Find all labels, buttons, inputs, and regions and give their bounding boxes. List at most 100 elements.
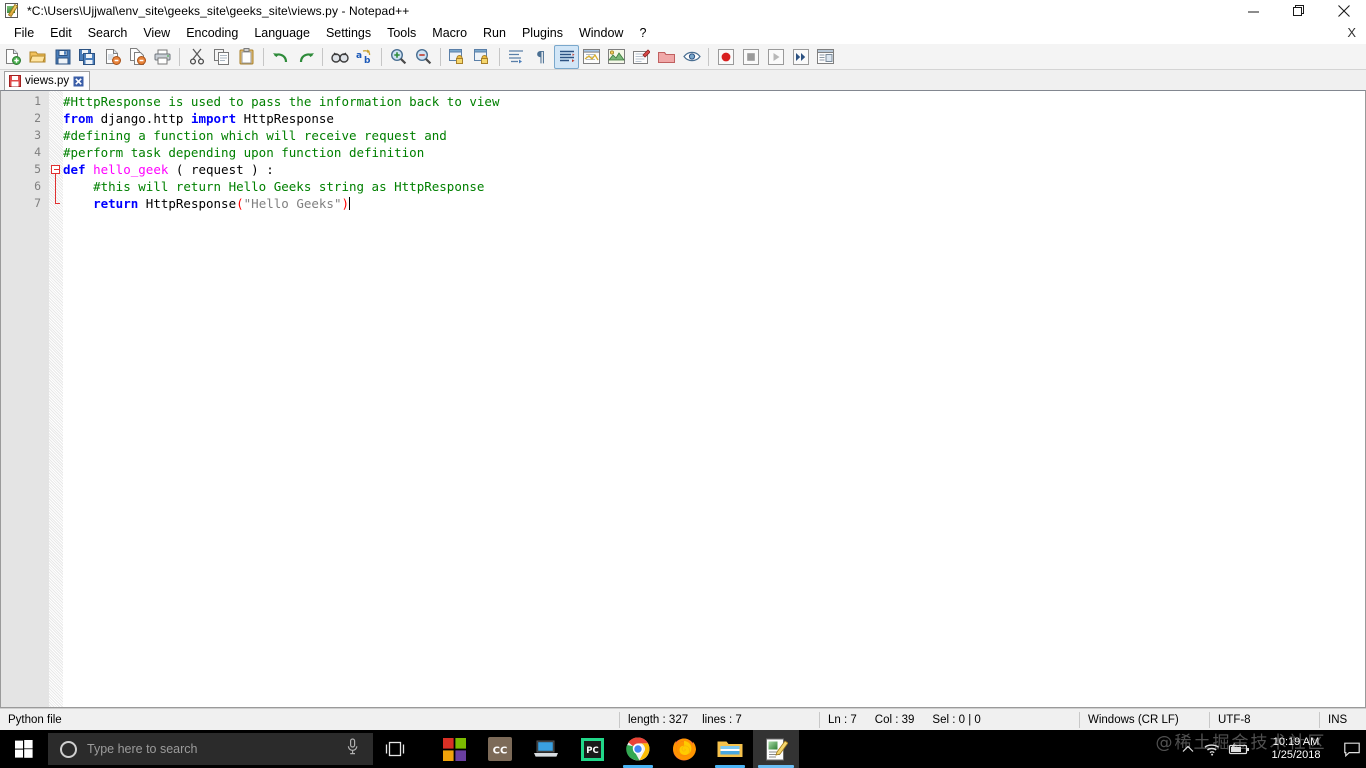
laptop-icon[interactable] — [523, 730, 569, 768]
line-number: 5 — [34, 162, 41, 176]
chevron-up-icon[interactable] — [1176, 730, 1200, 768]
stop-macro-icon[interactable] — [738, 45, 763, 69]
maximize-restore-button[interactable] — [1276, 0, 1321, 22]
windows-taskbar: Type here to search CC PC 10:19 AM 1/25/… — [0, 730, 1366, 768]
tab-label: views.py — [25, 75, 70, 87]
folder-as-workspace-icon[interactable] — [654, 45, 679, 69]
play-macro-icon[interactable] — [763, 45, 788, 69]
status-insert-mode: INS — [1320, 709, 1366, 731]
action-center-icon[interactable] — [1338, 730, 1366, 768]
notepad-plus-plus-icon[interactable] — [753, 730, 799, 768]
menu-item-encoding[interactable]: Encoding — [178, 24, 246, 42]
user-defined-dialog-icon[interactable] — [604, 45, 629, 69]
run-macro-multiple-icon[interactable] — [788, 45, 813, 69]
menu-item-view[interactable]: View — [135, 24, 178, 42]
pycharm-icon[interactable]: PC — [569, 730, 615, 768]
menu-item-plugins[interactable]: Plugins — [514, 24, 571, 42]
show-all-characters-icon[interactable] — [504, 45, 529, 69]
taskbar-clock[interactable]: 10:19 AM 1/25/2018 — [1254, 730, 1338, 768]
mozilla-firefox-icon[interactable] — [661, 730, 707, 768]
menu-item-macro[interactable]: Macro — [424, 24, 475, 42]
toolbar-separator — [179, 47, 180, 66]
battery-charging-icon[interactable] — [1224, 730, 1254, 768]
line-number: 7 — [34, 196, 41, 210]
tab-views-py[interactable]: views.py — [4, 71, 91, 90]
notepad-plus-plus-icon — [5, 3, 21, 19]
start-button[interactable] — [0, 730, 48, 768]
menu-item-tools[interactable]: Tools — [379, 24, 424, 42]
microsoft-store-icon[interactable] — [431, 730, 477, 768]
status-ln-label: Ln : 7 — [828, 713, 857, 726]
svg-text:b: b — [364, 56, 371, 65]
sync-vertical-scroll-icon[interactable] — [445, 45, 470, 69]
word-wrap-icon[interactable] — [554, 44, 579, 69]
menu-item-run[interactable]: Run — [475, 24, 514, 42]
window-controls — [1231, 0, 1366, 22]
status-encoding-label: UTF-8 — [1218, 713, 1251, 726]
status-encoding: UTF-8 — [1210, 709, 1320, 731]
find-icon[interactable] — [327, 45, 352, 69]
code-text-area[interactable]: #HttpResponse is used to pass the inform… — [63, 91, 1365, 707]
microphone-icon[interactable] — [346, 738, 359, 760]
show-indent-guide-icon[interactable] — [579, 45, 604, 69]
code-token: ( request ) : — [168, 162, 274, 177]
search-input[interactable]: Type here to search — [48, 733, 373, 765]
unsaved-file-icon — [9, 75, 21, 87]
tab-close-icon[interactable] — [73, 76, 84, 87]
save-macro-icon[interactable] — [813, 45, 838, 69]
menu-item-file[interactable]: File — [6, 24, 42, 42]
open-file-icon[interactable] — [25, 45, 50, 69]
code-line-7: return HttpResponse("Hello Geeks") — [63, 195, 1365, 212]
file-explorer-icon[interactable] — [707, 730, 753, 768]
close-button[interactable] — [1321, 0, 1366, 22]
fold-line — [55, 174, 56, 203]
menu-item-language[interactable]: Language — [246, 24, 318, 42]
fold-line-end — [55, 203, 60, 204]
replace-icon[interactable]: a b — [352, 45, 377, 69]
text-caret — [349, 197, 351, 210]
menu-item-settings[interactable]: Settings — [318, 24, 379, 42]
cut-icon[interactable] — [184, 45, 209, 69]
menu-item-search[interactable]: Search — [80, 24, 136, 42]
menu-item-help[interactable]: ? — [631, 24, 654, 42]
code-token: HttpResponse — [138, 196, 237, 211]
toolbar-separator — [708, 47, 709, 66]
code-token: ) — [341, 196, 350, 211]
code-editor[interactable]: 1 2 3 4 5 6 7 #HttpResponse is used to p… — [0, 90, 1366, 708]
zoom-in-icon[interactable] — [386, 45, 411, 69]
status-doc-type: Python file — [0, 709, 620, 731]
google-chrome-icon[interactable] — [615, 730, 661, 768]
save-icon[interactable] — [50, 45, 75, 69]
document-map-icon[interactable] — [629, 45, 654, 69]
redo-icon[interactable] — [293, 45, 318, 69]
sync-horizontal-scroll-icon[interactable] — [470, 45, 495, 69]
zoom-out-icon[interactable] — [411, 45, 436, 69]
record-macro-icon[interactable] — [713, 45, 738, 69]
status-length-label: length : 327 — [628, 713, 689, 726]
title-bar: *C:\Users\Ujjwal\env_site\geeks_site\gee… — [0, 0, 1366, 22]
close-all-files-icon[interactable] — [125, 45, 150, 69]
copy-icon[interactable] — [209, 45, 234, 69]
print-icon[interactable] — [150, 45, 175, 69]
camtasia-cc-icon[interactable]: CC — [477, 730, 523, 768]
menu-item-window[interactable]: Window — [571, 24, 631, 42]
pilcrow-icon[interactable]: ¶ — [529, 45, 554, 69]
undo-icon[interactable] — [268, 45, 293, 69]
wifi-icon[interactable] — [1200, 730, 1224, 768]
task-view-icon[interactable] — [373, 730, 417, 768]
close-document-button[interactable]: X — [1347, 25, 1356, 40]
menu-item-edit[interactable]: Edit — [42, 24, 80, 42]
status-bar: Python file length : 327 lines : 7 Ln : … — [0, 708, 1366, 730]
monitoring-icon[interactable] — [679, 45, 704, 69]
line-number: 1 — [34, 94, 41, 108]
save-all-icon[interactable] — [75, 45, 100, 69]
fold-margin[interactable] — [49, 91, 63, 707]
paste-icon[interactable] — [234, 45, 259, 69]
code-line-6: #this will return Hello Geeks string as … — [63, 178, 1365, 195]
fold-toggle-line-5[interactable] — [49, 161, 63, 178]
close-file-icon[interactable] — [100, 45, 125, 69]
new-file-icon[interactable] — [0, 45, 25, 69]
minimize-button[interactable] — [1231, 0, 1276, 22]
menu-bar: File Edit Search View Encoding Language … — [0, 22, 1366, 44]
